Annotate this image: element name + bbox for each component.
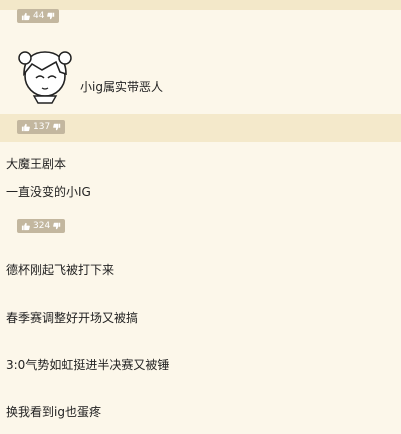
thumbs-down-icon [47,12,55,20]
like-badge[interactable]: 44 [17,9,60,23]
top-band [0,0,401,10]
like-count: 324 [33,221,51,231]
like-count: 137 [33,122,51,132]
comment-line: 一直没变的小IG [6,185,91,199]
avatar [18,51,72,104]
comment-text: 小ig属实带恶人 [80,80,163,94]
comment-divider [0,10,401,30]
comment-line: 3:0气势如虹挺进半决赛又被锤 [6,358,170,372]
comment-block-2 [0,142,401,210]
thumbs-up-icon [21,222,30,230]
comment-line: 大魔王剧本 [6,157,67,171]
thumbs-up-icon [21,123,30,131]
like-count: 44 [33,11,45,21]
thumbs-down-icon [53,222,61,230]
thumbs-up-icon [21,12,30,20]
comment-line: 德杯刚起飞被打下来 [6,263,115,277]
like-badge[interactable]: 324 [17,219,66,233]
like-badge[interactable]: 137 [17,120,66,134]
comment-line: 换我看到ig也蛋疼 [6,405,101,419]
thumbs-down-icon [53,123,61,131]
comment-line: 春季赛调整好开场又被搞 [6,311,139,325]
